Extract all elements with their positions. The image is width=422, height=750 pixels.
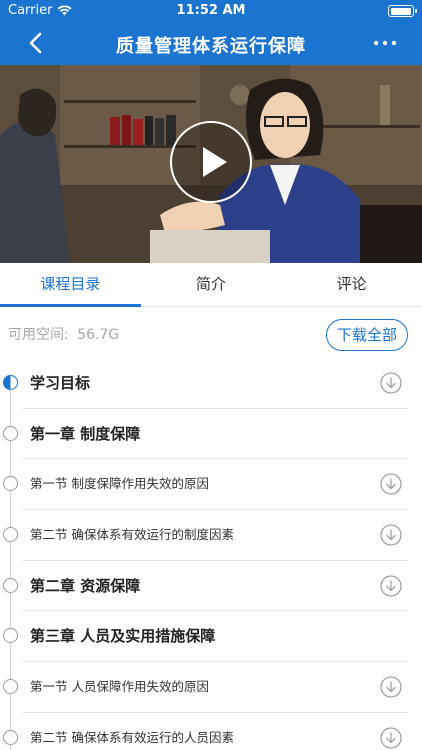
more-button[interactable] — [368, 30, 402, 56]
catalog-section[interactable]: 第二节 确保体系有效运行的制度因素 — [0, 510, 422, 561]
chevron-left-icon — [29, 32, 42, 54]
tab-bar: 课程目录 简介 评论 — [0, 263, 422, 307]
page-title: 质量管理体系运行保障 — [116, 36, 306, 57]
play-icon — [203, 147, 227, 177]
navigation-bar: 质量管理体系运行保障 — [0, 22, 422, 65]
status-time: 11:52 AM — [176, 3, 246, 18]
download-icon[interactable] — [380, 727, 402, 749]
catalog-item-label: 第三章 人员及实用措施保障 — [30, 627, 216, 646]
catalog-item-label: 第二章 资源保障 — [30, 576, 141, 595]
back-button[interactable] — [22, 28, 54, 58]
progress-dot — [3, 628, 18, 644]
catalog-item-label: 第一节 人员保障作用失效的原因 — [30, 679, 209, 695]
catalog-item-label: 第一章 制度保障 — [30, 424, 141, 443]
catalog-chapter[interactable]: 第一章 制度保障 — [0, 409, 422, 460]
battery-icon — [388, 5, 417, 17]
available-space: 可用空间: 56.7G — [8, 324, 119, 344]
download-icon[interactable] — [380, 524, 402, 546]
progress-dot — [3, 425, 18, 441]
download-icon[interactable] — [380, 473, 402, 496]
catalog-section[interactable]: 第一节 人员保障作用失效的原因 — [0, 662, 422, 713]
download-all-button[interactable]: 下载全部 — [326, 319, 408, 351]
catalog-chapter[interactable]: 第二章 资源保障 — [0, 561, 422, 612]
storage-row: 可用空间: 56.7G 下载全部 — [0, 307, 422, 359]
progress-dot — [3, 527, 18, 543]
catalog-item-label: 第一节 制度保障作用失效的原因 — [30, 476, 209, 492]
more-horizontal-icon — [373, 40, 397, 46]
catalog-list: 学习目标第一章 制度保障第一节 制度保障作用失效的原因第二节 确保体系有效运行的… — [0, 358, 422, 750]
download-icon[interactable] — [380, 676, 402, 698]
top-bar: Carrier 11:52 AM 质量管理体系运行保障 — [0, 0, 422, 65]
download-icon[interactable] — [380, 372, 402, 394]
play-button[interactable] — [170, 121, 252, 203]
progress-dot-current — [3, 375, 18, 390]
progress-dot — [3, 679, 18, 695]
tab-comments[interactable]: 评论 — [281, 263, 422, 306]
available-space-value: 56.7G — [77, 327, 120, 343]
download-icon[interactable] — [380, 575, 402, 597]
tab-intro[interactable]: 简介 — [141, 263, 282, 306]
catalog-section[interactable]: 第一节 制度保障作用失效的原因 — [0, 459, 422, 511]
catalog-item-label: 第二节 确保体系有效运行的人员因素 — [30, 729, 234, 745]
catalog-section[interactable]: 第二节 确保体系有效运行的人员因素 — [0, 713, 422, 750]
progress-dot — [3, 476, 18, 492]
catalog-item-label: 学习目标 — [30, 374, 91, 392]
tab-catalog[interactable]: 课程目录 — [0, 263, 141, 307]
catalog-chapter[interactable]: 第三章 人员及实用措施保障 — [0, 611, 422, 663]
status-bar: Carrier 11:52 AM — [0, 0, 422, 22]
available-space-label: 可用空间: — [8, 327, 69, 343]
catalog-chapter[interactable]: 学习目标 — [0, 358, 422, 409]
progress-dot — [3, 729, 18, 745]
video-player[interactable] — [0, 65, 422, 263]
progress-dot — [3, 577, 18, 593]
catalog-item-label: 第二节 确保体系有效运行的制度因素 — [30, 527, 234, 543]
